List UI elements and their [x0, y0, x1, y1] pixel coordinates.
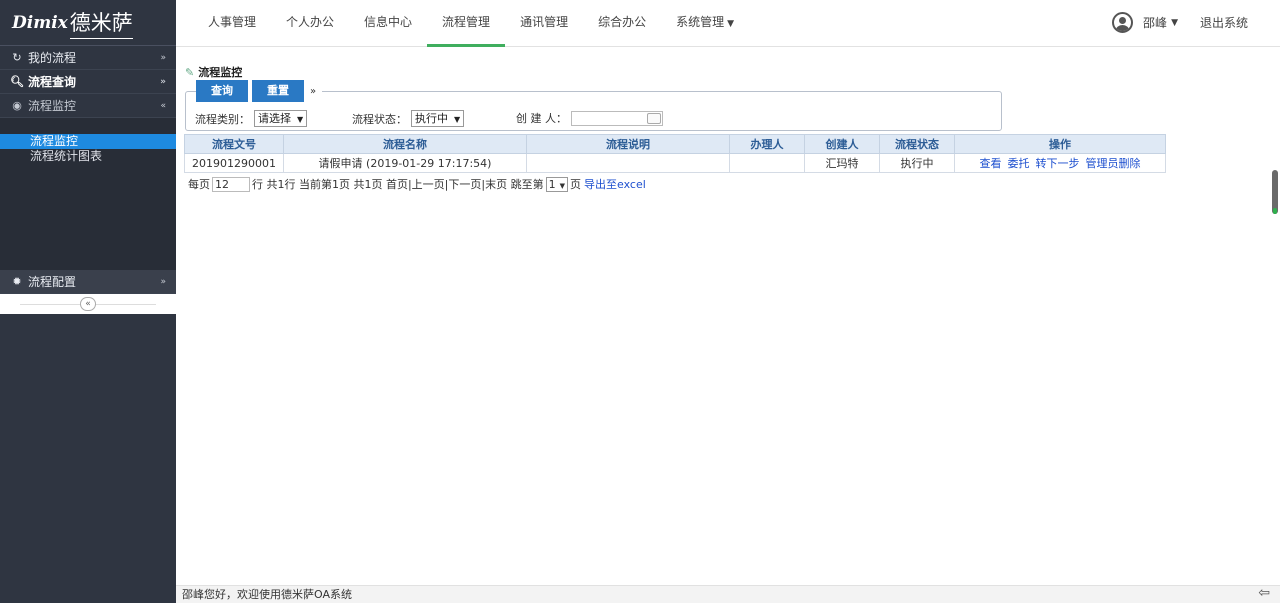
panel-title: ✎ 流程监控: [185, 64, 242, 80]
nav-item-hr[interactable]: 人事管理: [193, 0, 271, 47]
cell-creator: 汇玛特: [804, 153, 880, 173]
chevron-down-icon: »: [160, 276, 166, 287]
caret-down-icon: ▼: [727, 19, 735, 29]
nav-item-general-office[interactable]: 综合办公: [583, 0, 661, 47]
cell-desc: [526, 153, 730, 173]
user-box: 邵峰 ▼ 退出系统: [1112, 12, 1248, 33]
filter-creator: 创 建 人：: [516, 110, 663, 126]
filter-category: 流程类别： 请选择 ▼: [195, 110, 308, 127]
welcome-text: 邵峰您好，欢迎使用德米萨OA系统: [182, 588, 352, 601]
sidebar-group-label: 我的流程: [28, 51, 77, 65]
pager: 每页 12 行 共1行 当前第1页 共1页 首页|上一页|下一页|末页 跳至第 …: [188, 176, 646, 192]
collapse-sidebar-button[interactable]: «: [80, 297, 96, 311]
cell-handler: [729, 153, 805, 173]
user-picker-button[interactable]: [647, 112, 661, 124]
status-select-value: 执行中: [415, 112, 448, 125]
exit-arrow-icon[interactable]: ⇦: [1258, 585, 1270, 602]
cell-name: 请假申请 (2019-01-29 17:17:54): [283, 153, 527, 173]
query-button[interactable]: 查询: [196, 80, 248, 102]
user-avatar-icon[interactable]: [1112, 12, 1134, 33]
eye-icon: ◉: [12, 99, 22, 112]
filter-creator-label: 创 建 人：: [516, 112, 567, 125]
expand-down-icon[interactable]: »: [310, 86, 316, 97]
table-row: 201901290001 请假申请 (2019-01-29 17:17:54) …: [184, 153, 1166, 173]
sidebar-submenu: 流程监控 流程统计图表: [0, 118, 176, 270]
category-select-value: 请选择: [258, 112, 291, 125]
caret-down-icon[interactable]: ▼: [1171, 18, 1178, 28]
admin-delete-link[interactable]: 管理员删除: [1086, 157, 1141, 170]
logout-link[interactable]: 退出系统: [1200, 14, 1248, 31]
col-doc-no: 流程文号: [184, 134, 284, 154]
delegate-link[interactable]: 委托: [1008, 157, 1030, 170]
nav-item-system[interactable]: 系统管理 ▼: [661, 0, 749, 47]
pager-per-page-label: 每页: [188, 178, 210, 191]
main-content: ✎ 流程监控 查询 重置 » 流程类别： 请选择 ▼ 流程状态： 执行中 ▼ 创 建…: [176, 48, 1280, 585]
sidebar-group-label: 流程配置: [28, 275, 77, 289]
monitor-icon: ✎: [185, 65, 195, 79]
chevron-up-icon: «: [160, 100, 166, 111]
col-desc: 流程说明: [526, 134, 730, 154]
nav-item-communication[interactable]: 通讯管理: [505, 0, 583, 47]
caret-down-icon: ▼: [297, 115, 304, 124]
logo-brand-cn: 德米萨: [69, 7, 133, 39]
sidebar-group-label: 流程监控: [28, 99, 77, 113]
logo-brand-en: Dimix: [12, 12, 68, 33]
sidebar: Dimix 德米萨 ↻ 我的流程 » 🔍︎ 流程查询 » ◉ 流程监控 « 流程…: [0, 0, 176, 603]
status-select[interactable]: 执行中 ▼: [411, 110, 465, 127]
sidebar-group-workflow-config[interactable]: ✹ 流程配置 »: [0, 270, 176, 294]
page-size-input[interactable]: 12: [212, 176, 250, 192]
sidebar-group-label: 流程查询: [28, 75, 77, 89]
filter-status-label: 流程状态：: [352, 112, 407, 126]
gear-icon: ✹: [12, 275, 22, 288]
panel-title-text: 流程监控: [198, 66, 243, 79]
sidebar-item-workflow-monitor[interactable]: 流程监控: [0, 134, 176, 149]
col-creator: 创建人: [804, 134, 880, 154]
search-button-row: 查询 重置 »: [196, 80, 323, 102]
nav-item-workflow[interactable]: 流程管理: [427, 0, 506, 47]
next-step-link[interactable]: 转下一步: [1036, 157, 1080, 170]
caret-down-icon: ▼: [454, 115, 461, 124]
refresh-icon: ↻: [12, 51, 22, 64]
col-name: 流程名称: [283, 134, 527, 154]
chevron-down-icon: »: [160, 76, 166, 87]
filter-status: 流程状态： 执行中 ▼: [352, 110, 465, 127]
cell-doc-no: 201901290001: [184, 153, 284, 173]
jump-page-select[interactable]: 1 ▼: [545, 176, 568, 192]
creator-input[interactable]: [571, 110, 663, 126]
cell-actions: 查看 委托 转下一步 管理员删除: [954, 153, 1166, 173]
reset-button[interactable]: 重置: [252, 80, 304, 102]
sidebar-item-workflow-stats[interactable]: 流程统计图表: [0, 149, 176, 164]
user-name[interactable]: 邵峰: [1143, 14, 1167, 31]
workflow-table: 流程文号 流程名称 流程说明 办理人 创建人 流程状态 操作 201901290…: [184, 134, 1166, 173]
status-bar: 邵峰您好，欢迎使用德米萨OA系统 ⇦: [176, 585, 1280, 603]
sidebar-group-workflow-query[interactable]: 🔍︎ 流程查询 »: [0, 70, 176, 94]
chevron-down-icon: »: [160, 52, 166, 63]
sidebar-collapse-bar: «: [0, 294, 176, 314]
sidebar-group-my-workflow[interactable]: ↻ 我的流程 »: [0, 46, 176, 70]
nav-item-personal-office[interactable]: 个人办公: [271, 0, 349, 47]
nav-item-info-center[interactable]: 信息中心: [349, 0, 427, 47]
col-handler: 办理人: [729, 134, 805, 154]
export-excel-link[interactable]: 导出至excel: [584, 176, 646, 192]
sidebar-group-workflow-monitor[interactable]: ◉ 流程监控 «: [0, 94, 176, 118]
filter-category-label: 流程类别：: [195, 112, 250, 126]
search-icon: 🔍︎: [10, 75, 24, 88]
nav-item-label: 系统管理: [676, 15, 725, 29]
cell-status: 执行中: [879, 153, 955, 173]
col-status: 流程状态: [879, 134, 955, 154]
scrollbar-marker: [1273, 208, 1277, 214]
top-navbar: 人事管理 个人办公 信息中心 流程管理 通讯管理 综合办公 系统管理 ▼ 邵峰 ▼…: [176, 0, 1280, 47]
pager-page-suffix: 页: [570, 178, 581, 191]
logo: Dimix 德米萨: [0, 0, 176, 46]
view-link[interactable]: 查看: [980, 157, 1002, 170]
jump-page-value: 1: [548, 177, 556, 191]
col-actions: 操作: [954, 134, 1166, 154]
caret-down-icon: ▼: [559, 181, 565, 190]
table-header-row: 流程文号 流程名称 流程说明 办理人 创建人 流程状态 操作: [184, 134, 1166, 154]
pager-summary: 行 共1行 当前第1页 共1页 首页|上一页|下一页|末页 跳至第: [252, 178, 544, 191]
category-select[interactable]: 请选择 ▼: [254, 110, 308, 127]
